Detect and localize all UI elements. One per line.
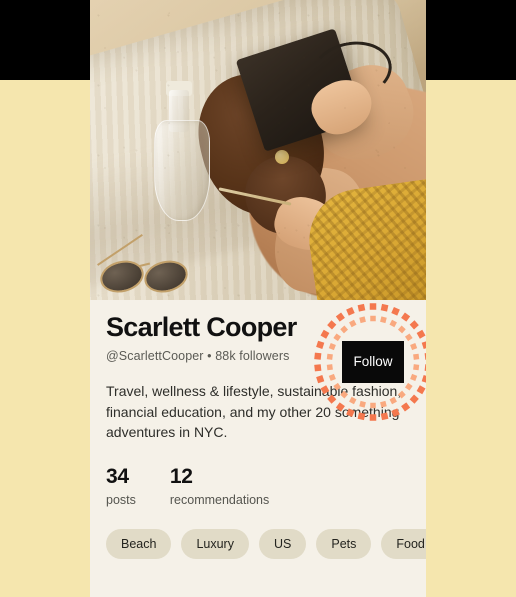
letterbox-bar-right bbox=[426, 0, 516, 80]
profile-header-row: Scarlett Cooper @ScarlettCooper • 88k fo… bbox=[90, 300, 426, 421]
stat-item: 34 posts bbox=[106, 465, 136, 507]
stat-value: 34 bbox=[106, 464, 129, 488]
profile-hero-image bbox=[90, 0, 426, 300]
stat-label: posts bbox=[106, 492, 136, 507]
letterbox-bar-left bbox=[0, 0, 90, 80]
profile-info: Scarlett Cooper @ScarlettCooper • 88k fo… bbox=[90, 300, 426, 559]
hero-sand-grain-texture bbox=[90, 0, 426, 300]
stat-value: 12 bbox=[169, 464, 193, 488]
tag-chip[interactable]: Food bbox=[381, 528, 426, 559]
follow-button[interactable]: Follow bbox=[342, 341, 404, 383]
profile-card: Scarlett Cooper @ScarlettCooper • 88k fo… bbox=[90, 0, 426, 597]
profile-stats: 34 posts 12 recommendations bbox=[106, 465, 426, 507]
profile-handle: @ScarlettCooper bbox=[106, 349, 204, 364]
stat-label: recommendations bbox=[169, 492, 270, 507]
tag-chip[interactable]: Pets bbox=[316, 528, 372, 559]
tag-chip[interactable]: US bbox=[258, 528, 307, 559]
profile-tag-list: Beach Luxury US Pets Food S bbox=[106, 528, 426, 559]
tag-chip[interactable]: Beach bbox=[106, 528, 172, 559]
tag-chip[interactable]: Luxury bbox=[181, 528, 249, 559]
follow-highlight-group: Follow bbox=[314, 303, 426, 421]
profile-followers: 88k followers bbox=[215, 349, 290, 364]
handle-separator: • bbox=[207, 349, 212, 364]
stat-item: 12 recommendations bbox=[170, 465, 269, 507]
